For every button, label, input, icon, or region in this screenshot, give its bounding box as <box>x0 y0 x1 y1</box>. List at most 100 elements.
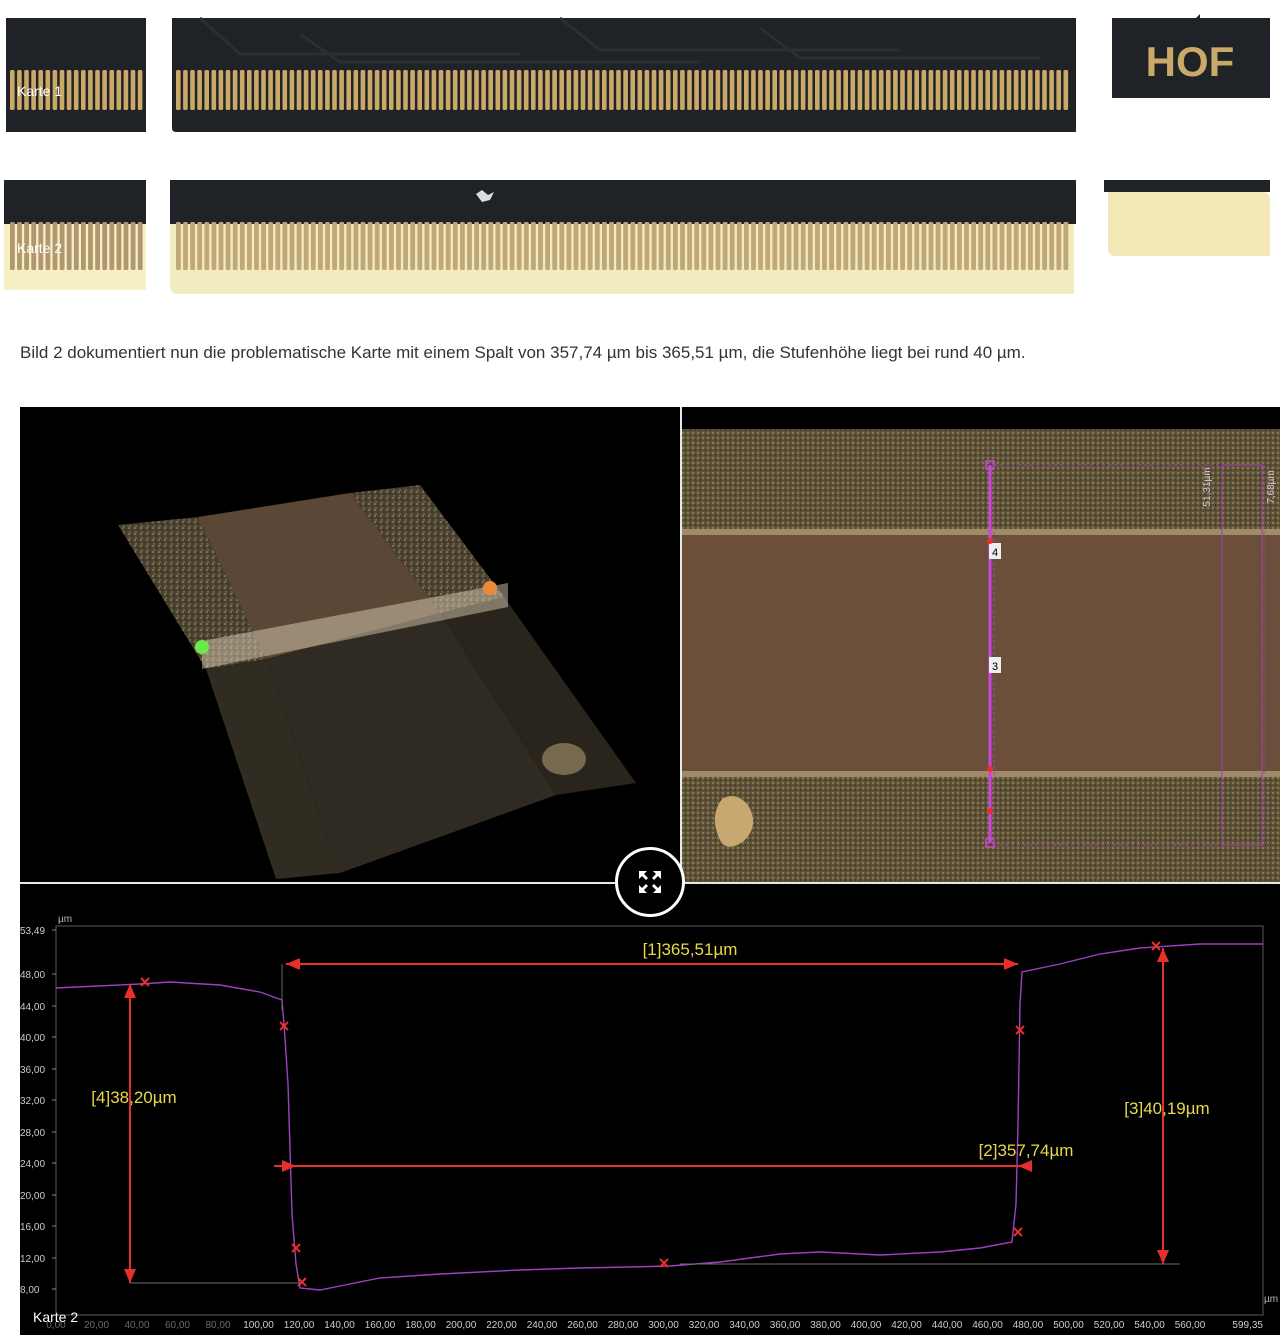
x-tick-label: 140,00 <box>324 1320 355 1331</box>
gold-finger <box>247 222 252 270</box>
gold-finger <box>81 222 86 270</box>
gold-finger <box>942 222 948 270</box>
gold-finger <box>66 222 72 270</box>
pcb-card-1: HOF <box>6 14 1280 138</box>
measurement-2-label: [2]357,74µm <box>979 1141 1074 1160</box>
gold-finger <box>651 70 657 110</box>
gold-finger <box>907 70 912 110</box>
gold-finger <box>381 222 387 270</box>
gold-finger <box>651 222 657 270</box>
gold-finger <box>658 222 664 270</box>
gold-finger <box>1035 222 1040 270</box>
gold-finger <box>381 70 387 110</box>
gold-finger <box>893 70 898 110</box>
gold-finger <box>367 70 373 110</box>
gold-finger <box>88 222 93 270</box>
measurement-1: [1]365,51µm <box>286 940 1018 970</box>
gold-finger <box>1063 70 1069 110</box>
top-view-marker-4: 4 <box>992 547 998 559</box>
gold-finger <box>523 70 529 110</box>
gold-finger <box>531 70 536 110</box>
x-tick-label: 300,00 <box>648 1320 679 1331</box>
gold-finger <box>190 222 195 270</box>
gold-finger <box>204 222 210 270</box>
x-tick-label: 220,00 <box>486 1320 517 1331</box>
gold-finger <box>452 70 458 110</box>
gold-finger <box>800 222 806 270</box>
gold-finger <box>914 222 920 270</box>
gold-finger <box>857 70 863 110</box>
gold-finger <box>495 70 501 110</box>
expand-button[interactable] <box>615 847 685 917</box>
gold-finger <box>744 70 749 110</box>
x-tick-label: 200,00 <box>446 1320 477 1331</box>
gold-finger <box>516 222 522 270</box>
gold-finger <box>616 222 621 270</box>
profile-curve <box>55 943 1263 1291</box>
x-unit-label: µm <box>1264 1294 1278 1305</box>
gold-finger <box>658 70 664 110</box>
gold-finger <box>559 70 564 110</box>
gold-finger <box>183 222 188 270</box>
gold-finger <box>282 222 288 270</box>
gold-finger <box>1028 222 1033 270</box>
gold-finger <box>722 70 728 110</box>
measurement-1-label: [1]365,51µm <box>643 940 738 959</box>
y-tick-label: 53,49 <box>20 926 45 937</box>
gold-finger <box>829 222 834 270</box>
gold-finger <box>765 70 770 110</box>
y-tick-label: 8,00 <box>20 1285 40 1296</box>
gold-finger <box>971 70 976 110</box>
gold-finger <box>452 222 458 270</box>
gold-finger <box>637 222 643 270</box>
gold-finger <box>822 222 827 270</box>
gold-finger <box>900 222 905 270</box>
gold-finger <box>339 70 344 110</box>
gold-finger <box>665 222 671 270</box>
gold-finger <box>1042 222 1047 270</box>
gold-finger <box>935 70 941 110</box>
gold-finger <box>665 70 671 110</box>
gold-finger <box>815 70 820 110</box>
gold-finger <box>673 222 678 270</box>
gold-finger <box>992 222 998 270</box>
gold-finger <box>758 70 763 110</box>
height-profile-chart: µm µm 53,49 48,00 44,00 40,00 36,00 32,00 28,0… <box>20 884 1280 1335</box>
gold-finger <box>410 222 416 270</box>
gold-finger <box>232 70 238 110</box>
gold-finger <box>928 70 934 110</box>
x-tick-label: 599,35 <box>1232 1320 1263 1331</box>
gold-finger <box>708 70 714 110</box>
gold-finger <box>566 70 572 110</box>
x-tick-label: 400,00 <box>851 1320 882 1331</box>
gold-finger <box>190 70 195 110</box>
gold-finger <box>715 222 721 270</box>
top-down-microscope-view: 4 3 51,31µm 7,68µm <box>682 407 1280 882</box>
card-1-label: Karte 1 <box>17 83 63 99</box>
gold-finger <box>992 70 998 110</box>
gold-finger <box>303 70 309 110</box>
gold-finger <box>403 222 408 270</box>
gold-finger <box>137 222 143 270</box>
gold-finger <box>1049 70 1054 110</box>
y-tick-label: 48,00 <box>20 970 45 981</box>
gold-finger <box>1013 222 1019 270</box>
gold-finger <box>772 70 777 110</box>
gold-finger <box>374 222 380 270</box>
gold-finger <box>957 70 962 110</box>
gold-finger <box>211 70 217 110</box>
gold-finger <box>751 70 756 110</box>
x-tick-label: 460,00 <box>972 1320 1003 1331</box>
gold-finger <box>701 70 706 110</box>
y-tick-label: 28,00 <box>20 1128 45 1139</box>
gold-finger <box>871 70 877 110</box>
gold-finger <box>630 222 636 270</box>
gold-finger <box>460 70 465 110</box>
gold-finger <box>332 222 337 270</box>
gold-finger <box>971 222 976 270</box>
gold-finger <box>1063 222 1069 270</box>
gold-finger <box>360 70 366 110</box>
gold-finger <box>779 70 785 110</box>
gold-finger <box>310 70 316 110</box>
gold-finger <box>197 70 202 110</box>
